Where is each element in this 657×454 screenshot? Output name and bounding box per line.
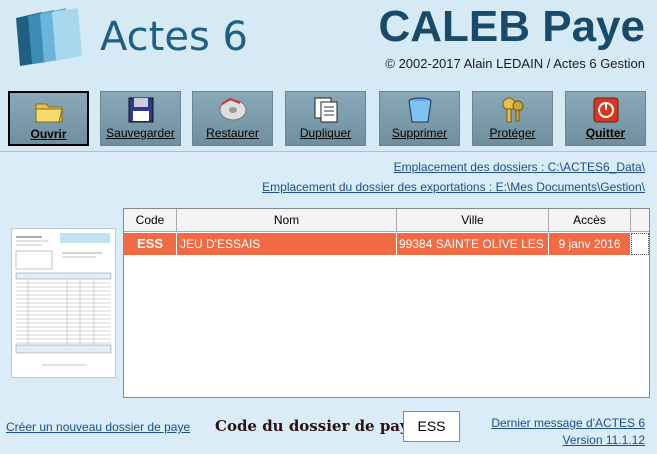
duplicate-label: Dupliquer (299, 126, 352, 140)
column-header-code[interactable]: Code (124, 209, 177, 232)
header: Actes 6 CALEB Paye © 2002-2017 Alain LED… (0, 0, 657, 86)
brand-name: Actes 6 (100, 14, 248, 60)
column-header-acces[interactable]: Accès (549, 209, 631, 232)
data-folder-link[interactable]: Emplacement des dossiers : C:\ACTES6_Dat… (394, 160, 645, 174)
keys-icon (502, 97, 523, 123)
restore-disc-icon (219, 97, 246, 121)
power-icon (593, 97, 618, 123)
column-header-nom[interactable]: Nom (177, 209, 397, 232)
toolbar: Ouvrir Sauvegarder Restaurer Dupliquer S… (0, 86, 657, 152)
column-header-ville[interactable]: Ville (397, 209, 549, 232)
payslip-preview-image (11, 228, 116, 378)
cell-nom: JEU D'ESSAIS (177, 233, 397, 255)
folder-icon (35, 103, 63, 123)
delete-button[interactable]: Supprimer (379, 91, 460, 146)
version-link[interactable]: Version 11.1.12 (562, 433, 645, 447)
save-label: Sauvegarder (106, 126, 175, 140)
quit-button[interactable]: Quitter (565, 91, 646, 146)
restore-label: Restaurer (206, 126, 259, 140)
duplicate-button[interactable]: Dupliquer (285, 91, 366, 146)
actes6-logo-icon (16, 8, 82, 66)
duplicate-pages-icon (314, 97, 337, 123)
cell-ville: 99384 SAINTE OLIVE LES BAINS (397, 233, 549, 255)
protect-label: Protéger (489, 126, 536, 140)
table-row[interactable]: ESS JEU D'ESSAIS 99384 SAINTE OLIVE LES … (124, 233, 631, 255)
cell-code: ESS (124, 233, 177, 255)
folders-table[interactable]: Code Nom Ville Accès ESS JEU D'ESSAIS 99… (123, 208, 650, 398)
app-title: CALEB Paye (378, 2, 645, 51)
table-header: Code Nom Ville Accès (124, 209, 649, 232)
protect-button[interactable]: Protéger (472, 91, 553, 146)
folder-code-field[interactable]: ESS (403, 411, 460, 442)
payslip-thumbnail-icon (15, 233, 112, 366)
copyright-text: © 2002-2017 Alain LEDAIN / Actes 6 Gesti… (385, 56, 645, 71)
quit-label: Quitter (585, 126, 626, 140)
open-label: Ouvrir (30, 127, 67, 141)
create-folder-link[interactable]: Créer un nouveau dossier de paye (6, 420, 190, 434)
cell-acces: 9 janv 2016 (549, 233, 631, 255)
open-button[interactable]: Ouvrir (8, 91, 89, 146)
row-focus-indicator (631, 233, 649, 255)
save-button[interactable]: Sauvegarder (100, 91, 181, 146)
export-folder-link[interactable]: Emplacement du dossier des exportations … (262, 180, 645, 194)
delete-label: Supprimer (391, 126, 448, 140)
last-message-link[interactable]: Dernier message d'ACTES 6 (491, 416, 645, 430)
restore-button[interactable]: Restaurer (192, 91, 273, 146)
trash-icon (408, 97, 431, 123)
folder-code-label: Code du dossier de paye (215, 417, 419, 435)
floppy-disk-icon (128, 97, 153, 123)
